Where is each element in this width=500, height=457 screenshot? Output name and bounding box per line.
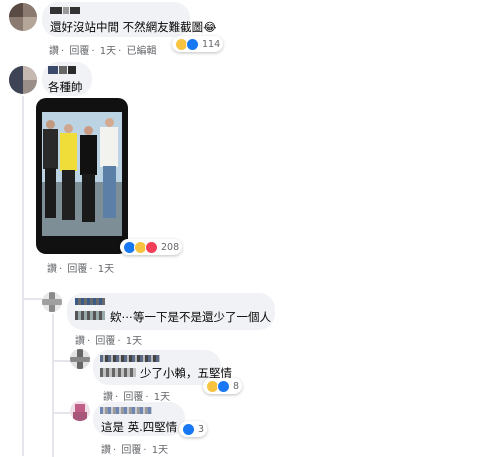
like-link[interactable]: 讚 (75, 336, 85, 347)
avatar[interactable] (70, 349, 90, 369)
comment-text: 還好沒站中間 不然網友難截圖😂 (50, 20, 217, 34)
comment-text: 這是 英.四堅情 (101, 420, 178, 434)
commenter-name[interactable] (100, 406, 152, 417)
reaction-summary[interactable]: 3 (179, 421, 208, 437)
reaction-summary[interactable]: 208 (120, 239, 183, 255)
thread-line (52, 314, 54, 457)
commenter-name[interactable] (50, 6, 80, 17)
reaction-count: 114 (202, 38, 221, 50)
avatar[interactable] (70, 401, 90, 421)
reaction-count: 3 (198, 423, 205, 435)
reply-link[interactable]: 回覆 (67, 264, 87, 275)
comment-actions: 讚 · 回覆 · 1天 · 已編輯 (49, 46, 157, 57)
comment-actions: 讚 · 回覆 · 1天 (47, 264, 115, 275)
mention-tag[interactable] (100, 368, 136, 377)
timestamp[interactable]: 1天 (98, 264, 114, 275)
avatar[interactable] (9, 3, 37, 31)
timestamp[interactable]: 1天 (100, 46, 116, 57)
reply-link[interactable]: 回覆 (121, 445, 141, 456)
reaction-summary[interactable]: 114 (172, 36, 224, 52)
thread-connector (52, 360, 72, 362)
avatar[interactable] (9, 66, 37, 94)
commenter-name[interactable] (75, 297, 105, 308)
thread-connector (52, 412, 72, 414)
thread-line (22, 96, 24, 456)
avatar[interactable] (42, 292, 62, 312)
mention-tag[interactable] (75, 311, 105, 320)
comment-actions: 讚 · 回覆 · 1天 (101, 445, 169, 456)
comment-text: 欸⋯等一下是不是還少了一個人 (110, 310, 271, 324)
timestamp[interactable]: 1天 (126, 336, 142, 347)
love-icon (145, 240, 158, 254)
thread-connector (22, 298, 42, 300)
reply-link[interactable]: 回覆 (95, 336, 115, 347)
like-icon (182, 422, 195, 436)
comment-actions: 讚 · 回覆 · 1天 (75, 336, 143, 347)
like-link[interactable]: 讚 (101, 445, 111, 456)
comment-text: 各種帥 (48, 80, 83, 94)
commenter-name[interactable] (100, 354, 160, 365)
comment-photo[interactable] (36, 98, 128, 254)
edited-label[interactable]: 已編輯 (127, 46, 157, 57)
reply-link[interactable]: 回覆 (69, 46, 89, 57)
like-link[interactable]: 讚 (49, 46, 59, 57)
like-icon (186, 37, 199, 51)
reaction-summary[interactable]: 8 (203, 378, 243, 394)
like-icon (217, 379, 230, 393)
reaction-count: 8 (233, 380, 240, 392)
comment-actions: 讚 · 回覆 · 1天 (103, 392, 171, 403)
commenter-name[interactable] (48, 66, 76, 77)
timestamp[interactable]: 1天 (152, 445, 168, 456)
reaction-count: 208 (161, 241, 180, 253)
like-link[interactable]: 讚 (47, 264, 57, 275)
